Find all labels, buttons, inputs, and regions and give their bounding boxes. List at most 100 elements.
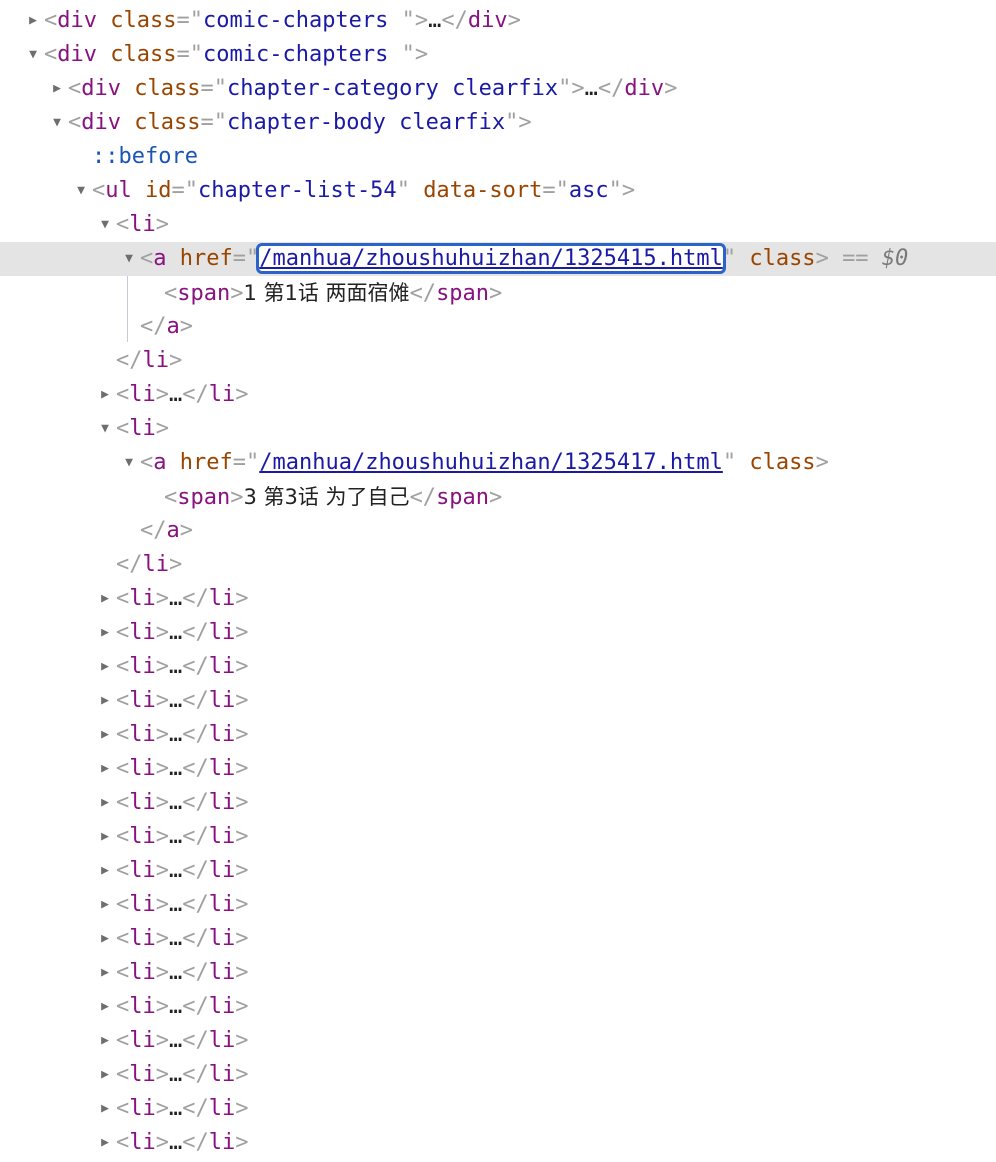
collapsed-ellipsis[interactable]: … <box>169 620 182 645</box>
attribute-name[interactable]: class <box>134 76 200 101</box>
attribute-value[interactable]: comic-chapters <box>203 8 402 33</box>
expand-triangle-closed-icon[interactable]: ▶ <box>94 786 116 820</box>
closing-tag-name[interactable]: li <box>143 348 170 373</box>
collapsed-ellipsis[interactable]: … <box>585 76 598 101</box>
collapsed-ellipsis[interactable]: … <box>169 1130 182 1155</box>
tag-name[interactable]: span <box>177 281 230 306</box>
dom-node-row[interactable]: ▼ <div class="chapter-body clearfix"> <box>0 106 996 140</box>
collapsed-ellipsis[interactable]: … <box>169 722 182 747</box>
dom-node-row[interactable]: ▶</a> <box>0 310 996 344</box>
dom-node-row[interactable]: ▶ <li>…</li> <box>0 922 996 956</box>
dom-node-row[interactable]: ▶ <li>…</li> <box>0 786 996 820</box>
tag-name[interactable]: li <box>129 212 156 237</box>
attribute-value[interactable]: chapter-body clearfix <box>227 110 505 135</box>
expand-triangle-closed-icon[interactable]: ▶ <box>94 1092 116 1126</box>
tag-name[interactable]: li <box>129 892 156 917</box>
attribute-value[interactable]: asc <box>569 178 609 203</box>
dom-node-row[interactable]: ▶ <li>…</li> <box>0 888 996 922</box>
expand-triangle-closed-icon[interactable]: ▶ <box>94 1058 116 1092</box>
tag-name[interactable]: li <box>129 416 156 441</box>
collapsed-ellipsis[interactable]: … <box>169 960 182 985</box>
collapsed-ellipsis[interactable]: … <box>169 1028 182 1053</box>
tag-name[interactable]: div <box>57 42 97 67</box>
expand-triangle-closed-icon[interactable]: ▶ <box>94 888 116 922</box>
tag-name[interactable]: li <box>129 1130 156 1155</box>
tag-name[interactable]: a <box>153 450 166 475</box>
attribute-name[interactable]: class <box>110 42 176 67</box>
href-edit-field[interactable]: /manhua/zhoushuhuizhan/1325415.html <box>256 243 726 274</box>
chapter-title-text[interactable]: 3 第3话 为了自己 <box>243 485 409 509</box>
dom-node-row[interactable]: ▶<span>1 第1话 两面宿傩</span> <box>0 276 996 310</box>
tag-name[interactable]: a <box>153 246 166 271</box>
collapsed-ellipsis[interactable]: … <box>169 1062 182 1087</box>
attribute-name[interactable]: data-sort <box>423 178 542 203</box>
dom-node-row[interactable]: ▶ <li>…</li> <box>0 854 996 888</box>
attribute-name[interactable]: class <box>110 8 176 33</box>
dom-node-row[interactable]: ▶ <li>…</li> <box>0 752 996 786</box>
dom-node-row[interactable]: ▶ <li>…</li> <box>0 582 996 616</box>
expand-triangle-closed-icon[interactable]: ▶ <box>94 616 116 650</box>
dom-node-row[interactable]: ▶ <li>…</li> <box>0 820 996 854</box>
expand-triangle-closed-icon[interactable]: ▶ <box>94 1126 116 1160</box>
collapsed-ellipsis[interactable]: … <box>169 756 182 781</box>
collapsed-ellipsis[interactable]: … <box>428 8 441 33</box>
dom-node-row[interactable]: ▶ <li>…</li> <box>0 1126 996 1160</box>
expand-triangle-closed-icon[interactable]: ▶ <box>46 72 68 106</box>
dom-node-row[interactable]: ▼ <div class="comic-chapters "> <box>0 38 996 72</box>
expand-triangle-closed-icon[interactable]: ▶ <box>94 854 116 888</box>
tag-name[interactable]: span <box>177 485 230 510</box>
dom-node-row[interactable]: ▶::before <box>0 140 996 174</box>
expand-triangle-closed-icon[interactable]: ▶ <box>94 378 116 412</box>
dom-node-row[interactable]: ▶ <li>…</li> <box>0 990 996 1024</box>
tag-name[interactable]: li <box>129 722 156 747</box>
attribute-value[interactable]: chapter-category clearfix <box>227 76 558 101</box>
expand-triangle-closed-icon[interactable]: ▶ <box>94 684 116 718</box>
expand-triangle-open-icon[interactable]: ▼ <box>22 38 44 72</box>
dom-node-row[interactable]: ▼ <ul id="chapter-list-54" data-sort="asc… <box>0 174 996 208</box>
dom-node-row[interactable]: ▶ <li>…</li> <box>0 616 996 650</box>
collapsed-ellipsis[interactable]: … <box>169 790 182 815</box>
expand-triangle-closed-icon[interactable]: ▶ <box>94 650 116 684</box>
href-link[interactable]: /manhua/zhoushuhuizhan/1325417.html <box>259 450 723 475</box>
closing-tag-name[interactable]: a <box>167 314 180 339</box>
dom-node-row[interactable]: ▼ <li> <box>0 412 996 446</box>
dom-node-row[interactable]: ▶ <li>…</li> <box>0 1058 996 1092</box>
dom-node-row[interactable]: ▶ <li>…</li> <box>0 378 996 412</box>
tag-name[interactable]: li <box>129 960 156 985</box>
attribute-name[interactable]: class <box>749 246 815 271</box>
tag-name[interactable]: ul <box>105 178 132 203</box>
dom-node-row[interactable]: ▶ <li>…</li> <box>0 684 996 718</box>
dom-node-row[interactable]: ▶ <li>…</li> <box>0 718 996 752</box>
collapsed-ellipsis[interactable]: … <box>169 1096 182 1121</box>
tag-name[interactable]: li <box>129 382 156 407</box>
closing-tag-name[interactable]: li <box>143 552 170 577</box>
collapsed-ellipsis[interactable]: … <box>169 858 182 883</box>
collapsed-ellipsis[interactable]: … <box>169 688 182 713</box>
closing-tag-name[interactable]: a <box>167 518 180 543</box>
tag-name[interactable]: li <box>129 1062 156 1087</box>
expand-triangle-open-icon[interactable]: ▼ <box>118 446 140 480</box>
expand-triangle-closed-icon[interactable]: ▶ <box>94 1024 116 1058</box>
attribute-value[interactable]: chapter-list-54 <box>198 178 397 203</box>
attribute-name[interactable]: href <box>180 450 233 475</box>
expand-triangle-closed-icon[interactable]: ▶ <box>94 956 116 990</box>
dom-node-row[interactable]: ▶ <li>…</li> <box>0 1092 996 1126</box>
tag-name[interactable]: li <box>129 654 156 679</box>
tag-name[interactable]: li <box>129 926 156 951</box>
dom-node-row[interactable]: ▼ <li> <box>0 208 996 242</box>
attribute-name[interactable]: href <box>180 246 233 271</box>
dom-node-row[interactable]: ▶</li> <box>0 344 996 378</box>
attribute-name[interactable]: class <box>134 110 200 135</box>
tag-name[interactable]: li <box>129 790 156 815</box>
tag-name[interactable]: div <box>81 76 121 101</box>
collapsed-ellipsis[interactable]: … <box>169 586 182 611</box>
dom-node-row[interactable]: ▼ <a href="/manhua/zhoushuhuizhan/1325417… <box>0 446 996 480</box>
dom-node-row[interactable]: ▶ <li>…</li> <box>0 650 996 684</box>
selected-node-row[interactable]: ▼ <a href="/manhua/zhoushuhuizhan/1325415… <box>0 242 996 276</box>
collapsed-ellipsis[interactable]: … <box>169 382 182 407</box>
expand-triangle-open-icon[interactable]: ▼ <box>94 208 116 242</box>
dom-node-row[interactable]: ▶<span>3 第3话 为了自己</span> <box>0 480 996 514</box>
tag-name[interactable]: li <box>129 994 156 1019</box>
collapsed-ellipsis[interactable]: … <box>169 926 182 951</box>
tag-name[interactable]: div <box>57 8 97 33</box>
